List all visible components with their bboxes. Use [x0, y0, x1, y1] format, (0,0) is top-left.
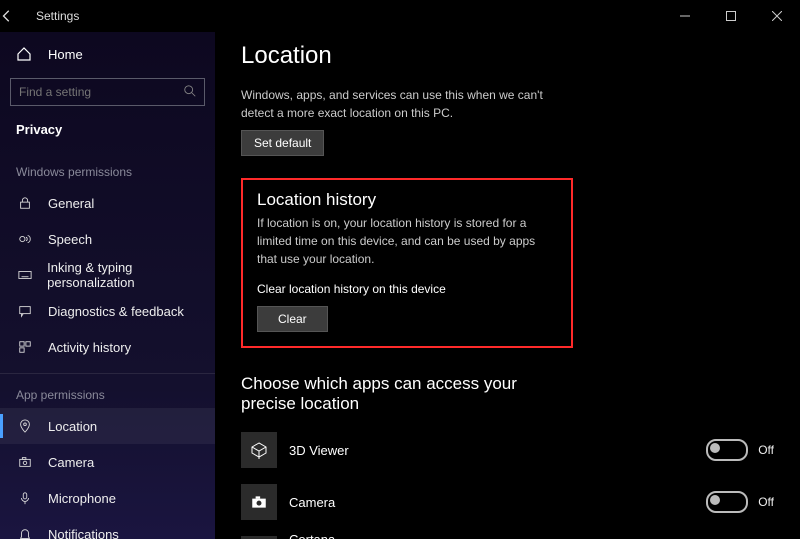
nav-notifications[interactable]: Notifications [0, 516, 215, 539]
nav-microphone[interactable]: Microphone [0, 480, 215, 516]
home-nav[interactable]: Home [0, 36, 215, 72]
nav-location[interactable]: Location [0, 408, 215, 444]
history-icon [16, 340, 34, 354]
location-history-section: Location history If location is on, your… [241, 178, 573, 348]
nav-camera[interactable]: Camera [0, 444, 215, 480]
search-input[interactable] [10, 78, 205, 106]
back-button[interactable] [0, 9, 32, 23]
app-tile-icon [241, 484, 277, 520]
page-title: Location [241, 42, 774, 70]
nav-speech[interactable]: Speech [0, 221, 215, 257]
nav-inking[interactable]: Inking & typing personalization [0, 257, 215, 293]
search-icon [183, 84, 197, 98]
close-button[interactable] [754, 0, 800, 32]
nav-general[interactable]: General [0, 185, 215, 221]
feedback-icon [16, 304, 34, 318]
keyboard-icon [16, 268, 33, 282]
app-tile-icon [241, 432, 277, 468]
nav-diagnostics[interactable]: Diagnostics & feedback [0, 293, 215, 329]
clear-button[interactable]: Clear [257, 306, 328, 332]
maximize-button[interactable] [708, 0, 754, 32]
home-label: Home [48, 47, 83, 62]
app-row-cortana: CortanaLocation history must be on for C… [241, 530, 774, 539]
page-description: Windows, apps, and services can use this… [241, 86, 561, 122]
history-title: Location history [257, 190, 557, 210]
bell-icon [16, 527, 34, 539]
toggle-camera[interactable] [706, 491, 748, 513]
apps-heading: Choose which apps can access your precis… [241, 374, 561, 414]
lock-icon [16, 196, 34, 210]
app-row-3d-viewer: 3D Viewer Off [241, 426, 774, 474]
location-icon [16, 419, 34, 433]
group-app-permissions: App permissions [0, 374, 215, 408]
history-description: If location is on, your location history… [257, 214, 557, 268]
window-title: Settings [36, 9, 79, 23]
speech-icon [16, 232, 34, 246]
toggle-3d-viewer[interactable] [706, 439, 748, 461]
home-icon [16, 46, 34, 62]
clear-history-label: Clear location history on this device [257, 280, 557, 298]
nav-activity[interactable]: Activity history [0, 329, 215, 365]
camera-icon [16, 455, 34, 469]
app-row-camera: Camera Off [241, 478, 774, 526]
category-heading: Privacy [0, 116, 215, 151]
group-windows-permissions: Windows permissions [0, 151, 215, 185]
set-default-button[interactable]: Set default [241, 130, 324, 156]
microphone-icon [16, 491, 34, 505]
minimize-button[interactable] [662, 0, 708, 32]
